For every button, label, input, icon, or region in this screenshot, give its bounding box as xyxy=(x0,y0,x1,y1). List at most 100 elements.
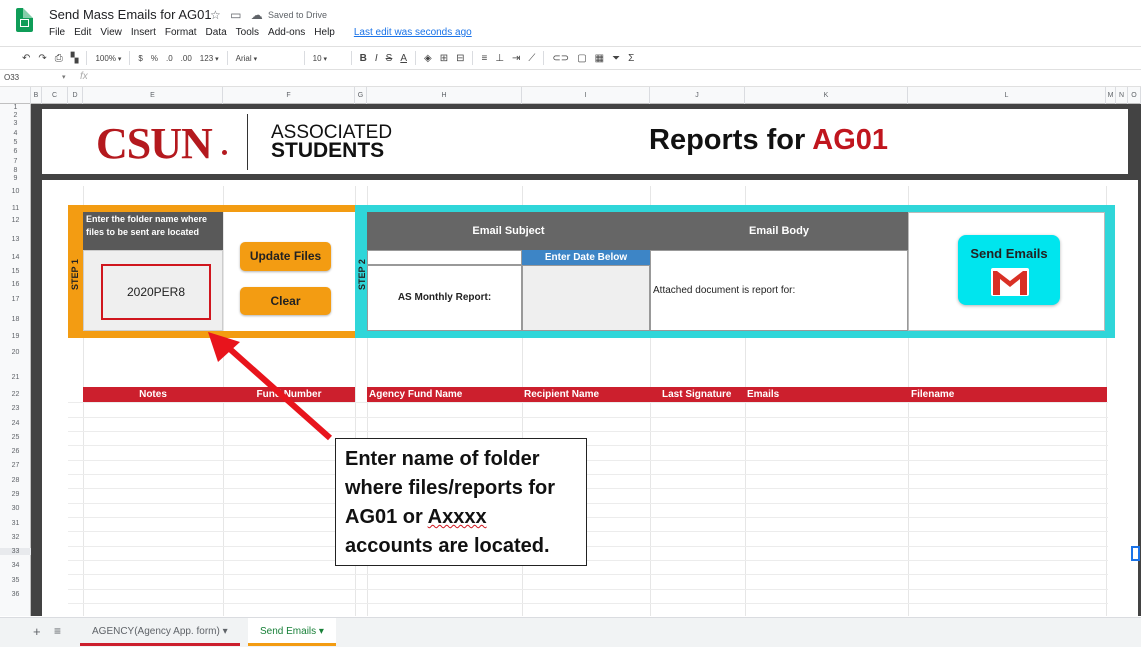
text-wrap-icon[interactable]: ⇥ xyxy=(512,53,520,64)
horizontal-align-icon[interactable]: ≡ xyxy=(481,53,487,64)
row-header[interactable]: 13 xyxy=(0,236,31,243)
row-header[interactable]: 21 xyxy=(0,374,31,381)
subject-top-cell[interactable] xyxy=(367,250,522,265)
date-input[interactable] xyxy=(522,265,650,331)
row-header[interactable]: 2 xyxy=(0,112,31,119)
text-rotation-icon[interactable]: ⟋ xyxy=(528,53,535,64)
bold-button[interactable]: B xyxy=(360,53,367,64)
menu-addons[interactable]: Add-ons xyxy=(268,27,305,38)
row-header[interactable]: 3 xyxy=(0,120,31,127)
row-header[interactable]: 35 xyxy=(0,577,31,584)
row-header[interactable]: 16 xyxy=(0,281,31,288)
row-header[interactable]: 12 xyxy=(0,217,31,224)
row-header[interactable]: 31 xyxy=(0,520,31,527)
borders-icon[interactable]: ⊞ xyxy=(440,53,448,64)
italic-button[interactable]: I xyxy=(375,53,378,64)
font-size-select[interactable]: 10 xyxy=(313,54,343,63)
add-sheet-icon[interactable]: + xyxy=(33,624,41,639)
send-emails-label[interactable]: Send Emails xyxy=(958,246,1060,261)
decrease-decimal-button[interactable]: .0 xyxy=(166,54,173,63)
row-header[interactable]: 17 xyxy=(0,296,31,303)
star-icon[interactable]: ☆ xyxy=(210,8,221,22)
functions-button[interactable]: Σ xyxy=(628,53,634,64)
row-header[interactable]: 26 xyxy=(0,448,31,455)
zoom-select[interactable]: 100% xyxy=(95,54,121,63)
row-header[interactable]: 14 xyxy=(0,254,31,261)
row-header[interactable]: 24 xyxy=(0,420,31,427)
cloud-status-icon[interactable]: ☁ xyxy=(251,8,263,22)
row-header[interactable]: 15 xyxy=(0,268,31,275)
column-header[interactable]: F xyxy=(223,87,355,104)
email-body-cell[interactable]: Attached document is report for: xyxy=(650,250,908,331)
text-color-button[interactable]: A xyxy=(400,53,407,64)
row-header[interactable]: 10 xyxy=(0,188,31,195)
column-header[interactable]: K xyxy=(745,87,908,104)
column-header[interactable]: O xyxy=(1128,87,1141,104)
row-header[interactable]: 27 xyxy=(0,462,31,469)
row-header[interactable]: 9 xyxy=(0,175,31,182)
column-header[interactable]: G xyxy=(355,87,367,104)
fill-color-icon[interactable]: ◈ xyxy=(424,53,432,64)
row-header[interactable]: 5 xyxy=(0,139,31,146)
menu-edit[interactable]: Edit xyxy=(74,27,91,38)
row-header[interactable]: 1 xyxy=(0,104,31,111)
row-header[interactable]: 34 xyxy=(0,562,31,569)
document-title[interactable]: Send Mass Emails for AG01 xyxy=(49,7,212,22)
row-header[interactable]: 7 xyxy=(0,158,31,165)
column-header[interactable]: M xyxy=(1106,87,1116,104)
menu-data[interactable]: Data xyxy=(206,27,227,38)
row-header[interactable]: 30 xyxy=(0,505,31,512)
row-header[interactable]: 8 xyxy=(0,167,31,174)
update-files-button[interactable]: Update Files xyxy=(240,242,331,271)
font-select[interactable]: Arial xyxy=(236,54,296,63)
menu-format[interactable]: Format xyxy=(165,27,197,38)
gmail-icon[interactable] xyxy=(990,267,1030,297)
menu-insert[interactable]: Insert xyxy=(131,27,156,38)
row-header[interactable]: 28 xyxy=(0,477,31,484)
strikethrough-button[interactable]: S xyxy=(386,53,393,64)
row-header[interactable]: 25 xyxy=(0,434,31,441)
column-header[interactable]: I xyxy=(522,87,650,104)
row-header[interactable]: 19 xyxy=(0,333,31,340)
row-header[interactable]: 18 xyxy=(0,316,31,323)
column-header[interactable]: H xyxy=(367,87,522,104)
row-header[interactable]: 22 xyxy=(0,391,31,398)
column-header[interactable]: C xyxy=(42,87,68,104)
clear-button[interactable]: Clear xyxy=(240,287,331,315)
menu-help[interactable]: Help xyxy=(314,27,335,38)
tab-agency[interactable]: AGENCY(Agency App. form) ▾ xyxy=(80,618,240,646)
insert-comment-icon[interactable]: ▢ xyxy=(577,53,586,64)
row-header-selected[interactable]: 33 xyxy=(0,548,31,555)
column-header[interactable]: D xyxy=(68,87,83,104)
column-header[interactable]: J xyxy=(650,87,745,104)
tab-send-emails[interactable]: Send Emails ▾ xyxy=(248,618,336,646)
insert-link-icon[interactable]: ⊂⊃ xyxy=(552,53,569,64)
merge-cells-icon[interactable]: ⊟ xyxy=(456,53,464,64)
last-edit-link[interactable]: Last edit was seconds ago xyxy=(354,27,472,38)
menu-tools[interactable]: Tools xyxy=(236,27,259,38)
row-header[interactable]: 23 xyxy=(0,405,31,412)
undo-icon[interactable]: ↶ xyxy=(22,53,30,64)
move-folder-icon[interactable]: ▭ xyxy=(230,8,241,22)
row-header[interactable]: 6 xyxy=(0,148,31,155)
row-header[interactable]: 11 xyxy=(0,205,31,212)
percent-button[interactable]: % xyxy=(151,54,158,63)
paint-format-icon[interactable]: ▚ xyxy=(71,53,79,64)
selected-cell[interactable] xyxy=(1131,546,1140,561)
row-header[interactable]: 20 xyxy=(0,349,31,356)
vertical-align-icon[interactable]: ⊥ xyxy=(495,53,504,64)
folder-name-input[interactable]: 2020PER8 xyxy=(101,264,211,320)
filter-icon[interactable]: ⏷ xyxy=(612,53,620,64)
menu-file[interactable]: File xyxy=(49,27,65,38)
row-header[interactable]: 4 xyxy=(0,130,31,137)
redo-icon[interactable]: ↷ xyxy=(38,53,46,64)
menu-view[interactable]: View xyxy=(100,27,122,38)
column-header[interactable]: L xyxy=(908,87,1106,104)
row-header[interactable]: 32 xyxy=(0,534,31,541)
name-box-dropdown-icon[interactable]: ▾ xyxy=(62,73,66,81)
column-header[interactable]: E xyxy=(83,87,223,104)
print-icon[interactable]: ⎙ xyxy=(55,53,63,64)
column-header[interactable]: N xyxy=(1116,87,1128,104)
increase-decimal-button[interactable]: .00 xyxy=(181,54,192,63)
name-box[interactable]: O33 xyxy=(4,73,19,82)
